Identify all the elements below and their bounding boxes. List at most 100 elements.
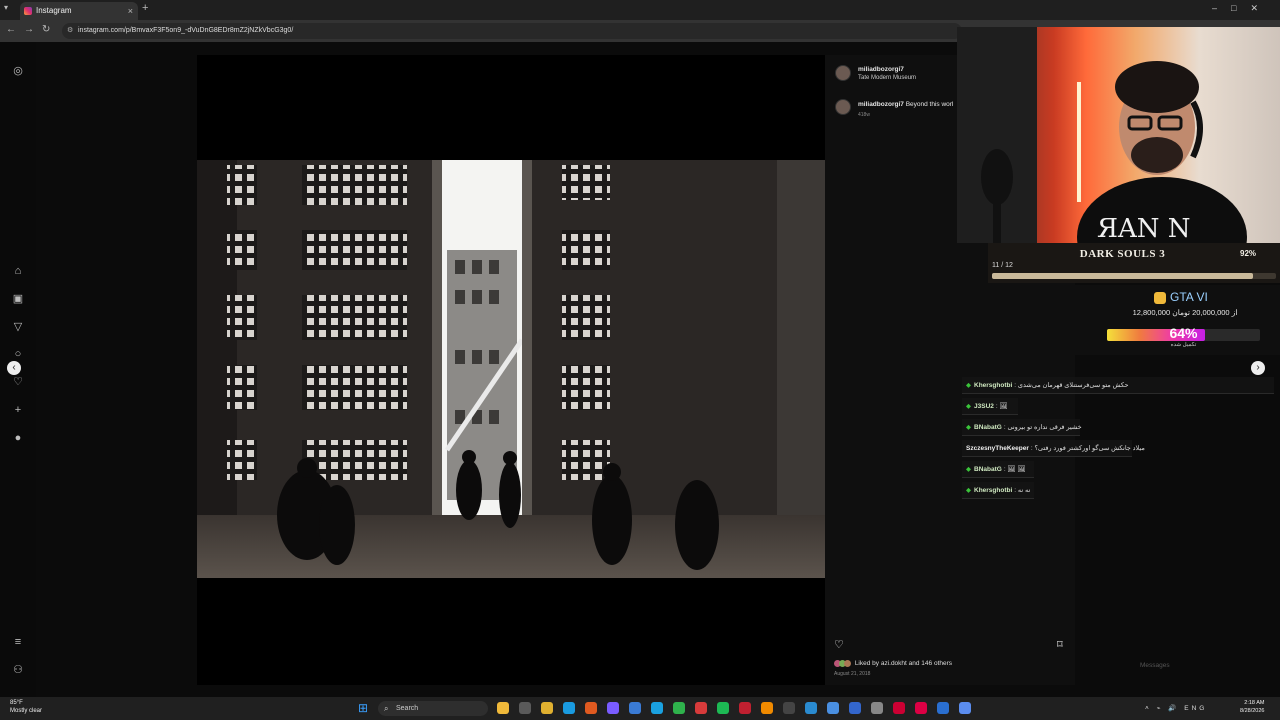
chat-badge-icon: ◆ — [966, 403, 971, 410]
chat-badge-icon: ◆ — [966, 424, 971, 431]
liked-by-text: Liked by azi.dokht and 146 others — [854, 660, 953, 668]
address-bar[interactable]: ⚙ instagram.com/p/BmvaxF3F5on9_-dVuDnG8E… — [62, 23, 962, 39]
clock-time: 2:18 AM — [1244, 700, 1265, 706]
browser-tab-instagram[interactable]: Instagram × — [20, 2, 138, 20]
taskbar-app-icon[interactable] — [519, 702, 531, 714]
window-controls[interactable]: –□✕ — [1212, 3, 1272, 14]
chat-badge-icon: ◆ — [966, 466, 971, 473]
taskbar-app-icon[interactable] — [717, 702, 729, 714]
threads-icon[interactable]: ⚇ — [11, 663, 25, 677]
donation-title: GTA VI — [1170, 290, 1208, 304]
game-progress-count: 11 / 12 — [992, 262, 1013, 269]
taskbar-app-icon[interactable] — [497, 702, 509, 714]
site-info-icon[interactable]: ⚙ — [67, 23, 73, 39]
bookmark-icon[interactable]: ⌑ — [1057, 638, 1063, 651]
chat-message: ◆ Khersghotbi: نه نه — [962, 482, 1034, 499]
carousel-prev-icon[interactable]: ‹ — [7, 361, 21, 375]
search-icon[interactable]: ○ — [11, 347, 25, 361]
tab-title: Instagram — [36, 6, 72, 15]
taskbar-app-icon[interactable] — [563, 702, 575, 714]
taskbar-app-icon[interactable] — [673, 702, 685, 714]
chat-text: : میلاد جانکش سی‌گو اورکشتر فورد رفتی؟ — [1030, 445, 1145, 452]
instagram-favicon-icon — [24, 7, 32, 15]
caption-age: 418w — [858, 112, 870, 118]
game-title: DARK SOULS 3 — [1079, 248, 1166, 260]
chat-message: SzczesnyTheKeeper: میلاد جانکش سی‌گو اور… — [962, 440, 1145, 457]
game-percent: 92% — [1240, 249, 1257, 258]
chat-message: ◆ BNabatG: 🖼 🖼 — [962, 461, 1034, 478]
taskbar-app-icon[interactable] — [915, 702, 927, 714]
post-photo — [197, 160, 825, 578]
start-button-icon[interactable]: ⊞ — [358, 702, 370, 714]
chat-username: SzczesnyTheKeeper — [966, 445, 1029, 452]
taskbar-app-icon[interactable] — [827, 702, 839, 714]
taskbar-app-icon[interactable] — [849, 702, 861, 714]
taskbar-app-icon[interactable] — [783, 702, 795, 714]
chat-text: : 🖼 — [995, 403, 1008, 410]
search-icon: ⌕ — [384, 704, 389, 713]
streamer-illustration: ЯAN N — [957, 27, 1247, 243]
taskbar-app-icon[interactable] — [739, 702, 751, 714]
author-avatar[interactable] — [835, 65, 851, 81]
chat-username: Khersghotbi — [974, 382, 1013, 389]
chat-username: J3SU2 — [974, 403, 994, 410]
donation-percent: 64% — [1169, 325, 1198, 341]
chat-username: Khersghotbi — [974, 487, 1013, 494]
taskbar-app-icon[interactable] — [937, 702, 949, 714]
taskbar-app-icon[interactable] — [959, 702, 971, 714]
shirt-print: ЯAN N — [1097, 214, 1191, 243]
taskbar-app-icon[interactable] — [629, 702, 641, 714]
donation-amount: 12,800,000 از 20,000,000 تومان — [1132, 308, 1238, 317]
home-icon[interactable]: ⌂ — [11, 264, 25, 278]
tab-close-icon[interactable]: × — [128, 2, 133, 20]
create-icon[interactable]: + — [11, 403, 25, 417]
caption-text: Beyond this worl — [905, 101, 954, 108]
chat-text: : 🖼 🖼 — [1003, 466, 1026, 473]
instagram-logo-icon[interactable]: ◎ — [11, 64, 25, 78]
taskbar-app-icon[interactable] — [893, 702, 905, 714]
chat-text: : حکش متو سی‌فرستنلای قهرمان می‌شدی — [1014, 382, 1129, 389]
chat-badge-icon: ◆ — [966, 382, 971, 389]
heart-icon[interactable]: ♡ — [11, 375, 25, 389]
messages-button[interactable]: Messages — [1140, 662, 1170, 669]
url-text: instagram.com/p/BmvaxF3F5on9_-dVuDnG8EDr… — [78, 27, 294, 34]
photo-illustration — [197, 160, 825, 578]
input-language[interactable]: ENG — [1184, 705, 1207, 712]
like-icon[interactable]: ♡ — [834, 638, 844, 651]
taskbar-app-icon[interactable] — [871, 702, 883, 714]
post-location[interactable]: Tate Modern Museum — [858, 75, 916, 81]
new-tab-button[interactable]: + — [142, 2, 148, 14]
taskbar-app-icon[interactable] — [585, 702, 597, 714]
taskbar-app-icon[interactable] — [695, 702, 707, 714]
chat-message: ◆ Khersghotbi: حکش متو سی‌فرستنلای قهرمان… — [962, 377, 1274, 394]
tab-search-icon[interactable]: ▾ — [4, 3, 8, 12]
system-tray[interactable]: ˄ ⌁ 🔊 ENG — [1145, 704, 1207, 712]
post-author[interactable]: miliadbozorgi7 — [858, 66, 904, 73]
caption-avatar[interactable] — [835, 99, 851, 115]
clock-date: 8/28/2026 — [1240, 708, 1265, 714]
liked-by[interactable]: Liked by azi.dokht and 146 others — [834, 660, 952, 667]
chat-badge-icon: ◆ — [966, 487, 971, 494]
weather-widget[interactable]: 85°F Mostly clear — [10, 699, 42, 715]
menu-icon[interactable]: ≡ — [11, 635, 25, 649]
taskbar-search[interactable]: ⌕ Search — [378, 701, 488, 716]
taskbar-app-icon[interactable] — [607, 702, 619, 714]
weather-temp: 85°F — [10, 700, 23, 706]
taskbar-app-icon[interactable] — [761, 702, 773, 714]
nav-buttons[interactable]: ←→↻ — [6, 24, 58, 35]
taskbar-clock[interactable]: 2:18 AM 8/28/2026 — [1240, 699, 1264, 715]
carousel-next-icon[interactable]: › — [1251, 361, 1265, 375]
taskbar-app-icon[interactable] — [651, 702, 663, 714]
send-icon[interactable]: ▽ — [11, 320, 25, 334]
chat-text: : خشیر فرقی نداره تو بیرونی — [1003, 424, 1082, 431]
taskbar-app-icon[interactable] — [541, 702, 553, 714]
donation-subtitle: تکمیل شده — [1170, 342, 1197, 348]
caption-author[interactable]: miliadbozorgi7 — [858, 101, 904, 108]
chat-text: : نه نه — [1014, 487, 1031, 494]
liker-avatar — [844, 660, 851, 667]
caption: miliadbozorgi7 Beyond this worl — [858, 101, 953, 108]
webcam-feed: ЯAN N — [957, 27, 1280, 243]
taskbar-app-icon[interactable] — [805, 702, 817, 714]
reels-icon[interactable]: ▣ — [11, 292, 25, 306]
profile-icon[interactable]: ● — [11, 431, 25, 445]
